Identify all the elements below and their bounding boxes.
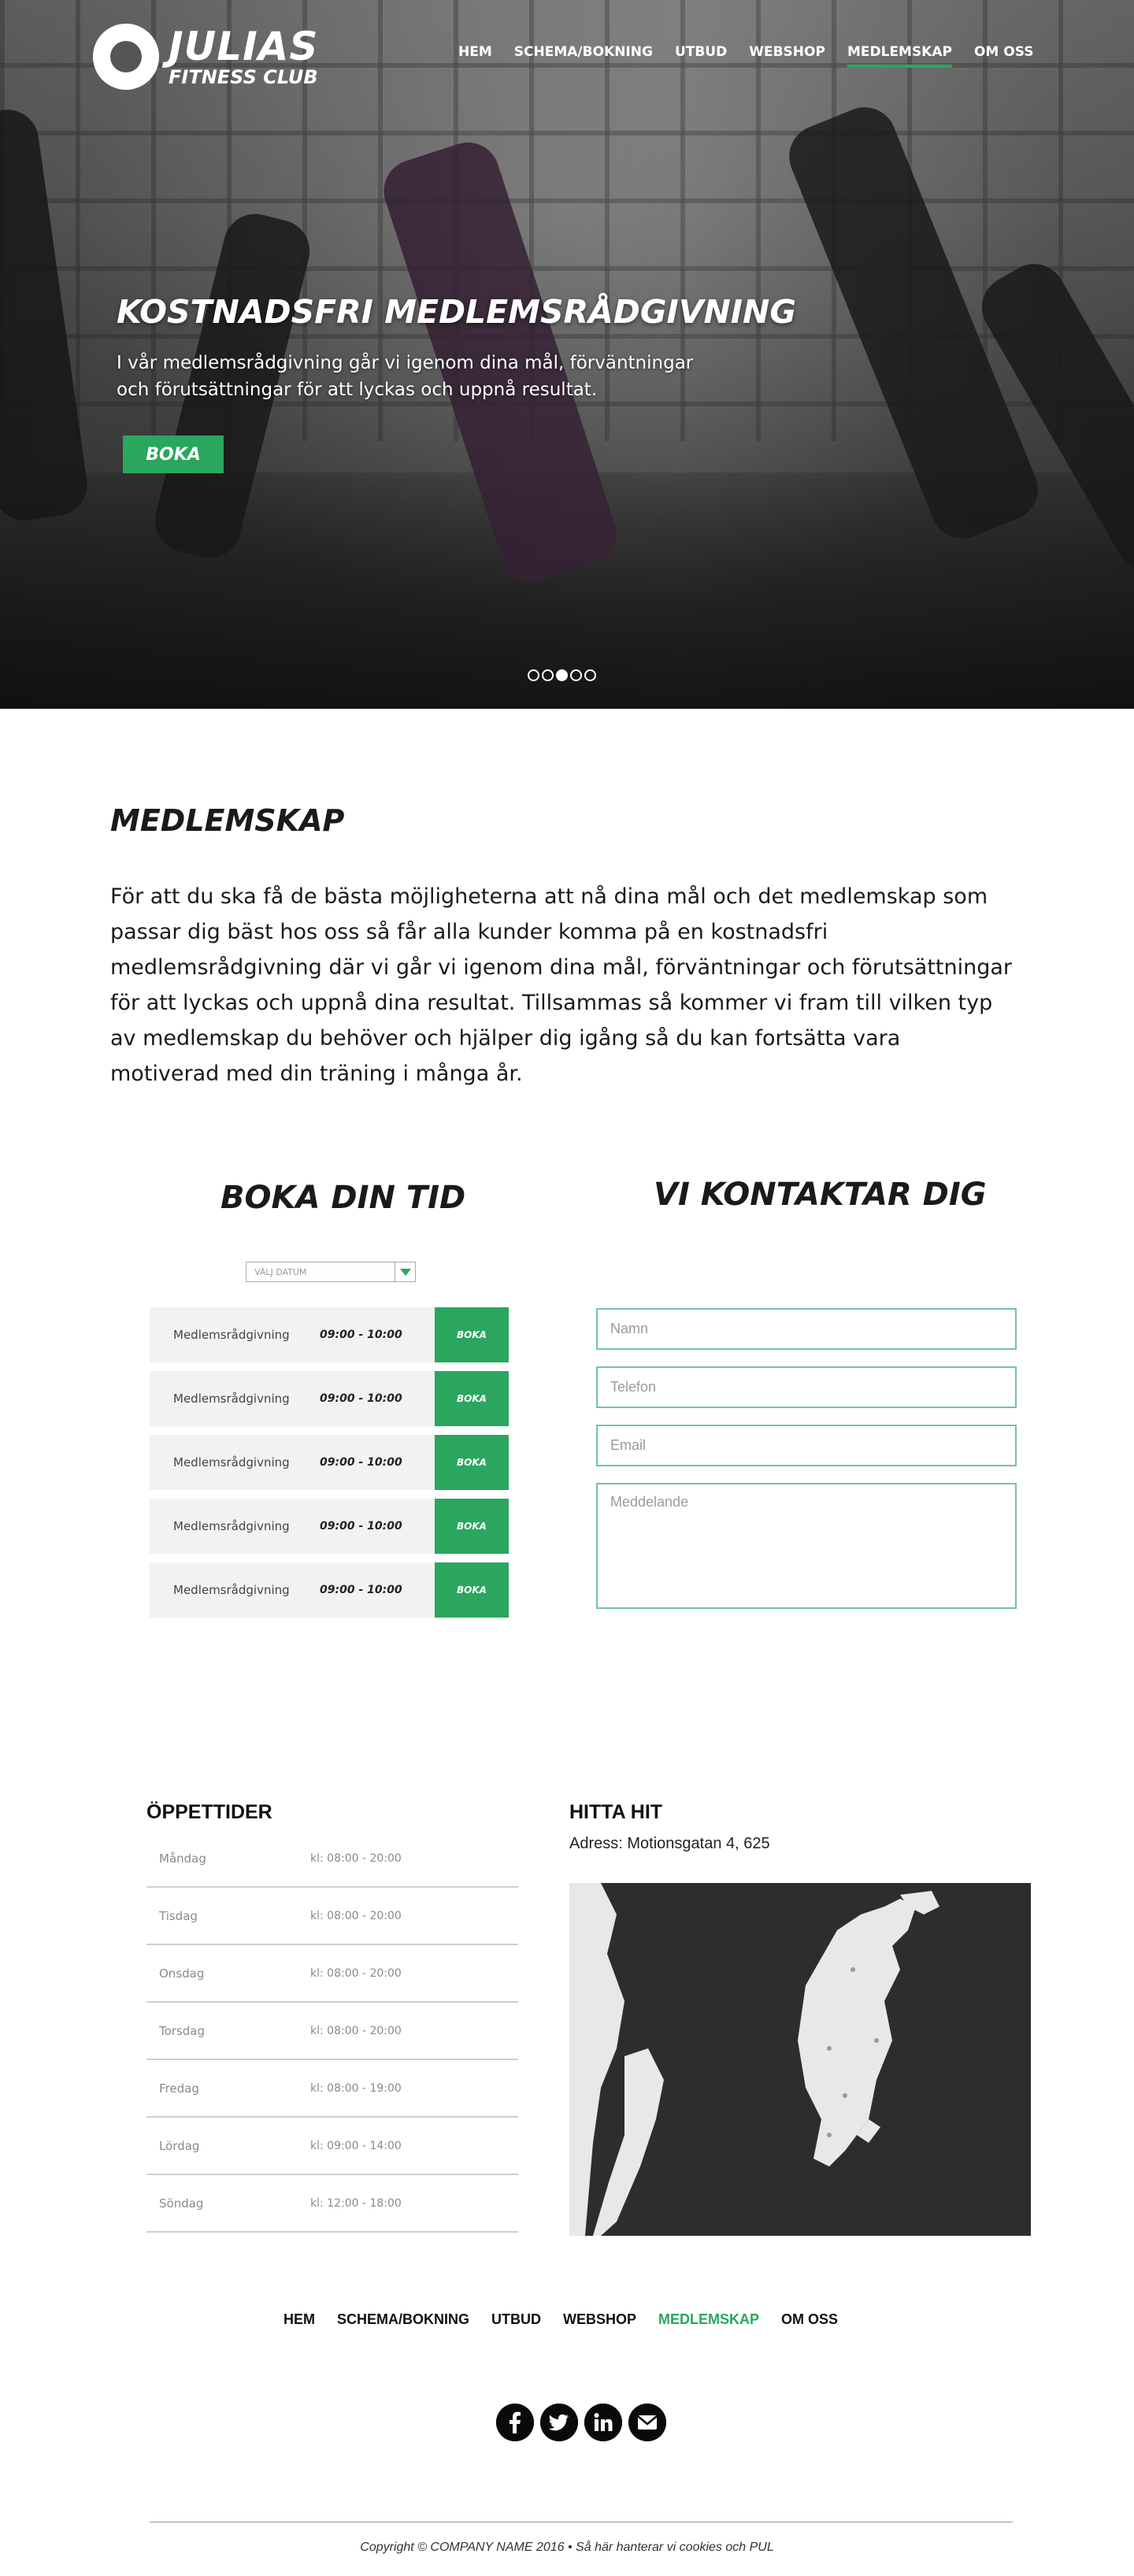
linkedin-icon[interactable]: [584, 2404, 622, 2441]
footer-nav: HEM SCHEMA/BOKNING UTBUD WEBSHOP MEDLEMS…: [284, 2311, 860, 2328]
hours-time: kl: 08:00 - 19:00: [310, 2081, 402, 2095]
slot-name: Medlemsrådgivning: [173, 1519, 290, 1533]
hero-book-button[interactable]: BOKA: [123, 436, 224, 473]
slot-name: Medlemsrådgivning: [173, 1455, 290, 1470]
hero-text: I vår medlemsrådgivning går vi igenom di…: [117, 353, 694, 400]
slot-book-button[interactable]: BOKA: [435, 1562, 509, 1618]
name-field[interactable]: [596, 1308, 1017, 1350]
twitter-icon[interactable]: [540, 2404, 578, 2441]
nav-item-schema-bokning[interactable]: SCHEMA/BOKNING: [503, 44, 664, 65]
booking-slot: Medlemsrådgivning 09:00 - 10:00 BOKA: [150, 1562, 509, 1618]
location-map[interactable]: [569, 1883, 1031, 2236]
logo-icon: [93, 24, 159, 90]
footer-nav-om-oss[interactable]: OM OSS: [781, 2311, 838, 2328]
booking-slot: Medlemsrådgivning 09:00 - 10:00 BOKA: [150, 1499, 509, 1554]
carousel-dot[interactable]: [584, 669, 596, 681]
nav-item-hem[interactable]: HEM: [447, 44, 503, 65]
hours-row: Fredag kl: 08:00 - 19:00: [146, 2060, 518, 2118]
logo-title: JULIAS: [169, 24, 319, 69]
hours-time: kl: 08:00 - 20:00: [310, 1966, 402, 1980]
hours-day: Torsdag: [159, 2023, 206, 2038]
nav-item-webshop[interactable]: WEBSHOP: [738, 44, 836, 65]
booking-slots: Medlemsrådgivning 09:00 - 10:00 BOKA Med…: [150, 1307, 509, 1626]
chevron-down-icon: [395, 1262, 415, 1281]
footer-nav-hem[interactable]: HEM: [284, 2311, 315, 2328]
booking-title: BOKA DIN TID: [220, 1180, 466, 1216]
slot-name: Medlemsrådgivning: [173, 1392, 290, 1406]
slot-book-button[interactable]: BOKA: [435, 1435, 509, 1490]
contact-title: VI KONTAKTAR DIG: [654, 1177, 987, 1213]
map-graphic: [569, 1883, 1031, 2236]
footer-nav-schema-bokning[interactable]: SCHEMA/BOKNING: [337, 2311, 469, 2328]
find-us-title: HITTA HIT: [569, 1801, 663, 1823]
date-select-placeholder: VÄLJ DATUM: [254, 1266, 307, 1277]
hours-time: kl: 12:00 - 18:00: [310, 2196, 402, 2210]
footer-nav-utbud[interactable]: UTBUD: [491, 2311, 541, 2328]
slot-book-button[interactable]: BOKA: [435, 1371, 509, 1426]
booking-slot: Medlemsrådgivning 09:00 - 10:00 BOKA: [150, 1435, 509, 1490]
hours-time: kl: 09:00 - 14:00: [310, 2139, 402, 2152]
email-field[interactable]: [596, 1425, 1017, 1466]
slot-name: Medlemsrådgivning: [173, 1583, 290, 1597]
opening-hours-title: ÖPPETTIDER: [146, 1801, 272, 1823]
booking-slot: Medlemsrådgivning 09:00 - 10:00 BOKA: [150, 1307, 509, 1362]
membership-title: MEDLEMSKAP: [110, 803, 345, 838]
hours-row: Torsdag kl: 08:00 - 20:00: [146, 2003, 518, 2060]
slot-book-button[interactable]: BOKA: [435, 1499, 509, 1554]
carousel-dot[interactable]: [570, 669, 582, 681]
slot-time: 09:00 - 10:00: [320, 1456, 402, 1469]
nav-item-utbud[interactable]: UTBUD: [664, 44, 738, 65]
hours-row: Lördag kl: 09:00 - 14:00: [146, 2118, 518, 2175]
hours-time: kl: 08:00 - 20:00: [310, 1851, 402, 1865]
hours-row: Tisdag kl: 08:00 - 20:00: [146, 1888, 518, 1945]
hours-day: Tisdag: [159, 1908, 198, 1923]
hours-day: Fredag: [159, 2081, 199, 2096]
carousel-dot[interactable]: [528, 669, 539, 681]
carousel-dot[interactable]: [542, 669, 554, 681]
slot-time: 09:00 - 10:00: [320, 1520, 402, 1533]
membership-text: För att du ska få de bästa möjligheterna…: [110, 884, 1013, 1086]
hours-day: Söndag: [159, 2196, 204, 2211]
hours-day: Måndag: [159, 1851, 206, 1866]
footer-nav-medlemskap[interactable]: MEDLEMSKAP: [658, 2311, 759, 2328]
slot-name: Medlemsrådgivning: [173, 1328, 290, 1342]
hours-row: Söndag kl: 12:00 - 18:00: [146, 2175, 518, 2233]
slot-time: 09:00 - 10:00: [320, 1584, 402, 1596]
nav-item-om-oss[interactable]: OM OSS: [963, 44, 1044, 65]
date-select[interactable]: VÄLJ DATUM: [246, 1262, 416, 1282]
footer-nav-webshop[interactable]: WEBSHOP: [563, 2311, 636, 2328]
slot-book-button[interactable]: BOKA: [435, 1307, 509, 1362]
hours-row: Måndag kl: 08:00 - 20:00: [146, 1830, 518, 1888]
logo[interactable]: JULIAS FITNESS CLUB: [93, 24, 318, 90]
hours-time: kl: 08:00 - 20:00: [310, 2024, 402, 2037]
booking-slot: Medlemsrådgivning 09:00 - 10:00 BOKA: [150, 1371, 509, 1426]
slot-time: 09:00 - 10:00: [320, 1392, 402, 1405]
hours-day: Lördag: [159, 2138, 200, 2153]
email-icon[interactable]: [628, 2404, 666, 2441]
nav-item-medlemskap[interactable]: MEDLEMSKAP: [836, 44, 963, 68]
hero-banner: JULIAS FITNESS CLUB HEM SCHEMA/BOKNING U…: [0, 0, 1134, 709]
phone-field[interactable]: [596, 1366, 1017, 1408]
social-links: [496, 2404, 666, 2441]
address-text: Adress: Motionsgatan 4, 625: [569, 1835, 770, 1852]
facebook-icon[interactable]: [496, 2404, 534, 2441]
hours-row: Onsdag kl: 08:00 - 20:00: [146, 1945, 518, 2003]
hours-day: Onsdag: [159, 1966, 205, 1981]
carousel-dots: [528, 669, 596, 681]
slot-time: 09:00 - 10:00: [320, 1329, 402, 1341]
carousel-dot-active[interactable]: [556, 669, 568, 681]
message-field[interactable]: [596, 1483, 1017, 1609]
main-nav: HEM SCHEMA/BOKNING UTBUD WEBSHOP MEDLEMS…: [447, 44, 1044, 68]
logo-tagline: FITNESS CLUB: [169, 66, 318, 88]
hero-title: KOSTNADSFRI MEDLEMSRÅDGIVNING: [117, 293, 797, 331]
copyright-text: Copyright © COMPANY NAME 2016 • Så här h…: [360, 2541, 774, 2554]
hours-time: kl: 08:00 - 20:00: [310, 1909, 402, 1922]
opening-hours-table: Måndag kl: 08:00 - 20:00 Tisdag kl: 08:0…: [146, 1830, 518, 2233]
